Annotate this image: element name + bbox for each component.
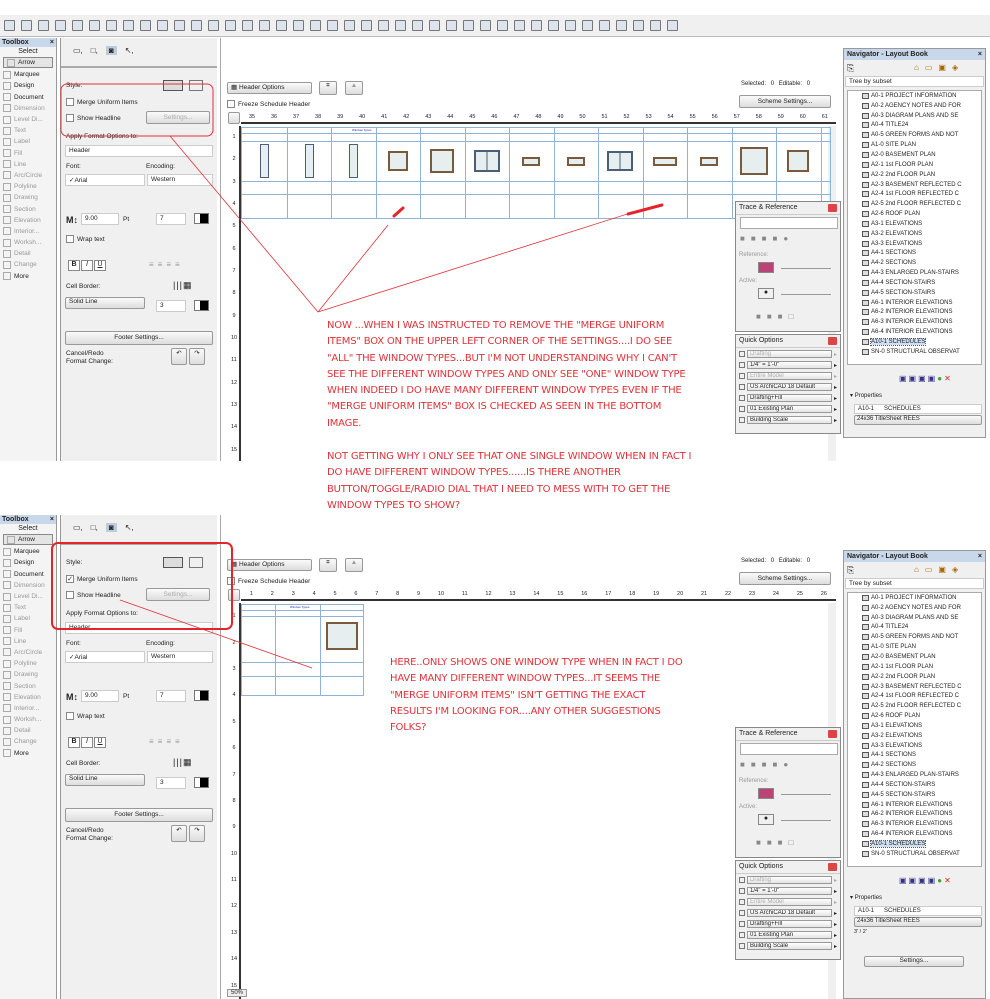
annotation-overlay	[51, 83, 664, 669]
annotation-line	[317, 209, 641, 313]
highlight-mark	[392, 206, 405, 218]
annotation-line	[119, 599, 313, 669]
highlight-mark	[626, 203, 664, 216]
annotation-line	[169, 135, 319, 313]
annotation-line	[317, 224, 389, 313]
highlight-box	[51, 542, 233, 630]
highlight-box	[60, 83, 214, 137]
